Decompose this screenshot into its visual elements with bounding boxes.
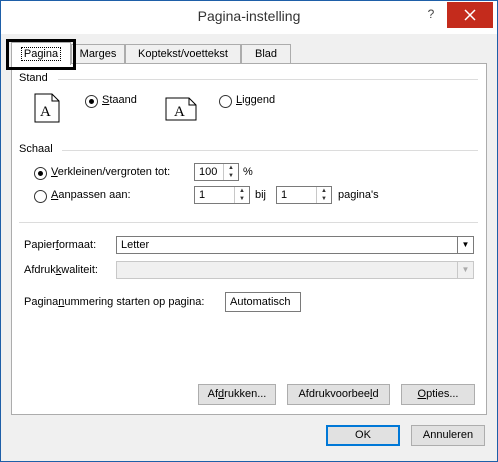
help-button[interactable]: ?: [420, 3, 442, 25]
portrait-radio-dot: [89, 99, 94, 104]
print-button[interactable]: Afdrukken...: [198, 384, 276, 405]
portrait-page-icon: A: [34, 93, 60, 123]
landscape-label: Liggend: [236, 94, 276, 106]
adjust-to-spinner[interactable]: 100 ▲ ▼: [194, 163, 239, 181]
print-preview-button[interactable]: Afdrukvoorbeeld: [287, 384, 390, 405]
close-icon: [464, 9, 476, 21]
pages-label: pagina's: [338, 189, 379, 201]
options-button[interactable]: Opties...: [401, 384, 475, 405]
fit-to-label: Aanpassen aan:: [51, 189, 131, 201]
first-page-number-label: Paginanummering starten op pagina:: [24, 296, 205, 308]
spin-up-icon[interactable]: ▲: [224, 164, 238, 172]
first-page-number-value: Automatisch: [230, 296, 291, 308]
fit-pages-tall-spinner[interactable]: 1 ▲ ▼: [276, 186, 332, 204]
print-quality-select[interactable]: ▼: [116, 261, 474, 279]
chevron-down-icon[interactable]: ▼: [457, 237, 473, 253]
landscape-radio[interactable]: [219, 95, 232, 108]
fit-to-radio[interactable]: [34, 190, 47, 203]
title-bar: Pagina-instelling ?: [1, 1, 497, 34]
chevron-down-icon[interactable]: ▼: [457, 262, 473, 278]
fit-pages-wide-value: 1: [199, 189, 206, 201]
paper-separator: [19, 222, 478, 223]
tab-marges[interactable]: Marges: [71, 44, 125, 64]
landscape-page-icon: A: [165, 97, 197, 121]
spin-down-icon[interactable]: ▼: [224, 172, 238, 180]
spin-up-icon[interactable]: ▲: [235, 187, 249, 195]
adjust-to-radio[interactable]: [34, 167, 47, 180]
tab-koptekst-voettekst[interactable]: Koptekst/voettekst: [125, 44, 241, 64]
tab-blad[interactable]: Blad: [241, 44, 291, 64]
spin-down-icon[interactable]: ▼: [317, 195, 331, 203]
cancel-button[interactable]: Annuleren: [411, 425, 485, 446]
adjust-to-spin-arrows[interactable]: ▲ ▼: [223, 164, 238, 180]
spin-down-icon[interactable]: ▼: [235, 195, 249, 203]
by-label: bij: [255, 189, 267, 201]
portrait-icon-letter: A: [40, 104, 51, 120]
tab-highlight-box: [6, 39, 76, 70]
paper-size-value: Letter: [121, 239, 150, 251]
fit-pages-wide-spinner[interactable]: 1 ▲ ▼: [194, 186, 250, 204]
tab-panel-pagina: Stand A Staand A Liggend Schaal Verklein…: [11, 63, 487, 415]
adjust-to-radio-dot: [38, 171, 43, 176]
first-page-number-input[interactable]: Automatisch: [225, 292, 301, 312]
percent-label: %: [243, 166, 253, 178]
adjust-to-value: 100: [199, 166, 218, 178]
paper-size-select[interactable]: Letter ▼: [116, 236, 474, 254]
paper-size-label: Papierformaat:: [24, 239, 97, 251]
fit-tall-spin-arrows[interactable]: ▲ ▼: [316, 187, 331, 203]
adjust-to-label: Verkleinen/vergroten tot:: [51, 166, 171, 178]
landscape-icon-letter: A: [174, 104, 185, 120]
print-quality-label: Afdrukkwaliteit:: [24, 264, 98, 276]
orientation-separator: [58, 79, 478, 80]
orientation-heading: Stand: [19, 72, 48, 84]
fit-wide-spin-arrows[interactable]: ▲ ▼: [234, 187, 249, 203]
page-setup-dialog: Pagina-instelling ? Pagina Marges Koptek…: [0, 0, 498, 462]
portrait-radio[interactable]: [85, 95, 98, 108]
ok-button[interactable]: OK: [326, 425, 400, 446]
scaling-heading: Schaal: [19, 143, 53, 155]
spin-up-icon[interactable]: ▲: [317, 187, 331, 195]
portrait-label: Staand: [102, 94, 137, 106]
close-button[interactable]: [447, 2, 493, 28]
scaling-separator: [62, 150, 478, 151]
fit-pages-tall-value: 1: [281, 189, 288, 201]
